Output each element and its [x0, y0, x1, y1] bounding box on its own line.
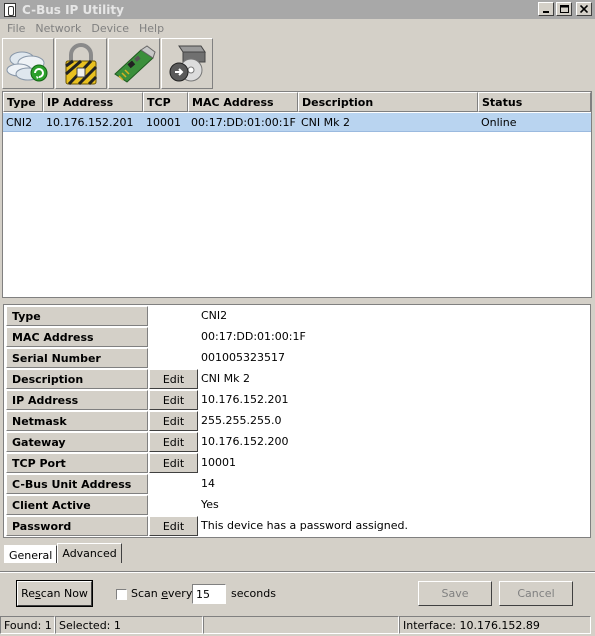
status-message	[203, 616, 399, 634]
minimize-button[interactable]	[538, 2, 554, 16]
close-button[interactable]	[576, 2, 592, 16]
table-row[interactable]: CNI2 10.176.152.201 10001 00:17:DD:01:00…	[3, 113, 591, 132]
detail-row-gateway: Gateway Edit 10.176.152.200	[6, 432, 590, 453]
detail-label: C-Bus Unit Address	[6, 474, 148, 494]
password-lock-button[interactable]	[55, 38, 107, 89]
edit-netmask-button[interactable]: Edit	[149, 411, 198, 431]
maximize-button[interactable]	[556, 2, 572, 16]
detail-label: Serial Number	[6, 348, 148, 368]
detail-row-serial-number: Serial Number 001005323517	[6, 348, 590, 369]
menu-file[interactable]: File	[2, 22, 30, 35]
scan-interval-input[interactable]	[192, 584, 226, 604]
cancel-button[interactable]: Cancel	[499, 581, 573, 606]
rescan-now-button[interactable]: Re s can Now	[16, 580, 93, 607]
edit-gateway-button[interactable]: Edit	[149, 432, 198, 452]
lock-icon	[65, 42, 98, 85]
title-bar: C-Bus IP Utility	[0, 0, 595, 19]
cell-status: Online	[481, 116, 517, 129]
scan-every-checkbox[interactable]	[116, 589, 127, 600]
device-details-panel: Type CNI2 MAC Address 00:17:DD:01:00:1F …	[3, 304, 591, 538]
firmware-upgrade-icon	[169, 45, 206, 81]
detail-value: CNI Mk 2	[201, 372, 251, 385]
status-bar: Found: 1 Selected: 1 Interface: 10.176.1…	[0, 615, 595, 636]
cell-mac-address: 00:17:DD:01:00:1F	[191, 116, 296, 129]
column-header-description[interactable]: Description	[298, 92, 478, 112]
network-card-icon	[114, 44, 156, 83]
status-interface: Interface: 10.176.152.89	[399, 616, 591, 634]
detail-label: IP Address	[6, 390, 148, 410]
column-header-type[interactable]: Type	[3, 92, 43, 112]
detail-tabs: General Advanced	[4, 543, 122, 563]
column-header-tcp[interactable]: TCP	[143, 92, 188, 112]
detail-label: Password	[6, 516, 148, 536]
detail-value: 00:17:DD:01:00:1F	[201, 330, 306, 343]
detail-row-mac-address: MAC Address 00:17:DD:01:00:1F	[6, 327, 590, 348]
detail-value: CNI2	[201, 309, 228, 322]
device-list[interactable]: Type IP Address TCP MAC Address Descript…	[2, 91, 592, 298]
network-scan-icon	[6, 51, 48, 81]
network-card-button[interactable]	[108, 38, 160, 89]
column-header-mac-address[interactable]: MAC Address	[188, 92, 298, 112]
detail-row-netmask: Netmask Edit 255.255.255.0	[6, 411, 590, 432]
detail-value: 001005323517	[201, 351, 285, 364]
window-title: C-Bus IP Utility	[22, 2, 124, 17]
tab-general[interactable]: General	[4, 545, 58, 563]
close-icon	[580, 5, 588, 13]
detail-value: Yes	[201, 498, 219, 511]
detail-row-password: Password Edit This device has a password…	[6, 516, 590, 537]
save-button[interactable]: Save	[418, 581, 492, 606]
detail-row-client-active: Client Active Yes	[6, 495, 590, 516]
edit-description-button[interactable]: Edit	[149, 369, 198, 389]
detail-row-description: Description Edit CNI Mk 2	[6, 369, 590, 390]
cell-type: CNI2	[6, 116, 33, 129]
column-header-ip-address[interactable]: IP Address	[43, 92, 143, 112]
detail-row-type: Type CNI2	[6, 306, 590, 327]
action-bar: Rescan Now Scan every seconds Save Cance…	[0, 571, 595, 613]
toolbar	[2, 38, 213, 90]
detail-label: TCP Port	[6, 453, 148, 473]
detail-row-cbus-unit-address: C-Bus Unit Address 14	[6, 474, 590, 495]
column-header-status[interactable]: Status	[478, 92, 591, 112]
minimize-icon	[543, 11, 549, 13]
menu-bar: File Network Device Help	[0, 19, 595, 37]
detail-value: 14	[201, 477, 215, 490]
detail-row-tcp-port: TCP Port Edit 10001	[6, 453, 590, 474]
detail-label: MAC Address	[6, 327, 148, 347]
detail-value: 10.176.152.201	[201, 393, 289, 406]
network-scan-button[interactable]	[2, 38, 54, 89]
window-controls	[538, 2, 592, 16]
detail-label: Type	[6, 306, 148, 326]
detail-row-ip-address: IP Address Edit 10.176.152.201	[6, 390, 590, 411]
scan-every-label[interactable]: Scan every	[131, 587, 192, 600]
cell-tcp: 10001	[146, 116, 181, 129]
detail-label: Description	[6, 369, 148, 389]
detail-label: Netmask	[6, 411, 148, 431]
menu-device[interactable]: Device	[86, 22, 134, 35]
app-icon	[4, 2, 16, 17]
menu-help[interactable]: Help	[134, 22, 169, 35]
status-selected: Selected: 1	[55, 616, 203, 634]
detail-value: 10001	[201, 456, 236, 469]
maximize-icon	[559, 5, 569, 13]
status-found: Found: 1	[0, 616, 55, 634]
cell-ip-address: 10.176.152.201	[46, 116, 134, 129]
detail-value: 255.255.255.0	[201, 414, 282, 427]
detail-label: Gateway	[6, 432, 148, 452]
detail-value: This device has a password assigned.	[201, 519, 408, 532]
edit-tcp-port-button[interactable]: Edit	[149, 453, 198, 473]
cell-description: CNI Mk 2	[301, 116, 351, 129]
firmware-upgrade-button[interactable]	[161, 38, 213, 89]
seconds-label: seconds	[231, 587, 276, 600]
detail-value: 10.176.152.200	[201, 435, 289, 448]
edit-password-button[interactable]: Edit	[149, 516, 198, 536]
detail-label: Client Active	[6, 495, 148, 515]
list-header: Type IP Address TCP MAC Address Descript…	[3, 92, 591, 112]
tab-advanced[interactable]: Advanced	[57, 543, 122, 563]
menu-network[interactable]: Network	[30, 22, 86, 35]
edit-ip-address-button[interactable]: Edit	[149, 390, 198, 410]
